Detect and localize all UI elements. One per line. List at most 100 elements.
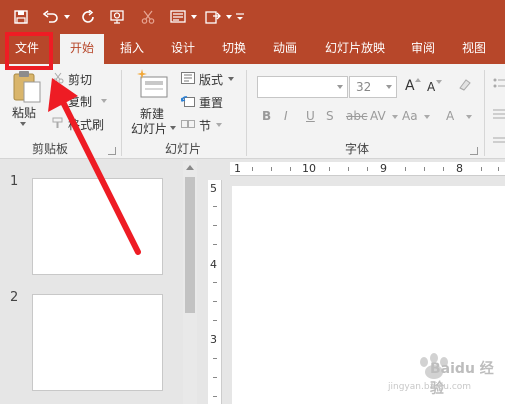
ruler-tick: [290, 167, 291, 171]
ruler-number: 8: [456, 162, 463, 175]
new-slide-label-2[interactable]: 幻灯片: [131, 120, 167, 137]
ruler-tick: [481, 167, 482, 171]
reset-button[interactable]: 重置: [199, 94, 223, 111]
paste-dropdown-icon[interactable]: [20, 122, 26, 126]
ruler-tick: [213, 301, 217, 302]
watermark-url: jingyan.baidu.com: [388, 382, 472, 392]
italic-button[interactable]: I: [284, 109, 288, 123]
copy-dropdown-icon[interactable]: [101, 99, 107, 103]
ruler-number: 3: [210, 333, 217, 346]
reset-icon: [180, 95, 195, 110]
section-dropdown-icon[interactable]: [216, 123, 222, 127]
change-case-button[interactable]: Aa: [402, 109, 418, 123]
layout-button[interactable]: 版式: [199, 71, 223, 88]
picture-dropdown-icon[interactable]: [189, 6, 199, 28]
layout-dropdown-icon[interactable]: [228, 77, 234, 81]
ruler-tick: [213, 244, 217, 245]
font-size-value: 32: [356, 80, 372, 94]
ruler-tick: [329, 167, 330, 171]
ruler-number: 9: [380, 162, 387, 175]
layout-icon: [181, 72, 195, 87]
scissors-icon: [138, 6, 158, 28]
font-size-combo[interactable]: 32: [349, 76, 397, 98]
scrollbar-thumb[interactable]: [185, 177, 195, 313]
watermark-text: Baidu 经验: [430, 361, 494, 397]
redo-icon[interactable]: [78, 6, 100, 28]
strikethrough-button[interactable]: abc: [346, 109, 368, 123]
ruler-tick: [213, 377, 217, 378]
copy-button[interactable]: 复制: [68, 93, 92, 110]
ruler-tick: [213, 225, 217, 226]
ruler-tick: [348, 167, 349, 171]
section-icon: [181, 118, 195, 133]
annotation-highlight-box: [5, 32, 53, 70]
ruler-number: 4: [210, 258, 217, 271]
chevron-down-icon[interactable]: [386, 85, 392, 89]
chevron-down-icon[interactable]: [337, 85, 343, 89]
character-spacing-button[interactable]: AV: [370, 109, 386, 123]
tab-transitions[interactable]: 切换: [214, 34, 254, 64]
format-painter-icon: [52, 117, 64, 132]
bold-button[interactable]: B: [262, 109, 271, 123]
ruler-tick: [213, 320, 217, 321]
ruler-tick: [213, 358, 217, 359]
slide-number: 1: [10, 174, 19, 189]
horizontal-ruler: 1 10 9 8: [230, 162, 505, 176]
shrink-font-icon: [436, 80, 442, 84]
slide-thumbnail[interactable]: [32, 178, 163, 275]
ruler-tick: [213, 282, 217, 283]
start-slideshow-icon[interactable]: [107, 6, 129, 28]
group-label-clipboard: 剪贴板: [32, 142, 69, 156]
paste-button[interactable]: 粘贴: [12, 104, 36, 121]
ruler-tick: [213, 396, 217, 397]
present-dropdown-icon[interactable]: [224, 6, 234, 28]
section-button[interactable]: 节: [199, 117, 211, 134]
ruler-number: 10: [302, 162, 316, 175]
slide-number: 2: [10, 290, 19, 305]
tab-slideshow[interactable]: 幻灯片放映: [318, 34, 392, 64]
tab-view[interactable]: 视图: [452, 34, 496, 64]
font-name-combo[interactable]: [257, 76, 348, 98]
group-separator: [246, 70, 247, 156]
tab-home[interactable]: 开始: [60, 34, 104, 65]
undo-icon[interactable]: [40, 6, 62, 28]
cut-button[interactable]: 剪切: [68, 71, 92, 88]
new-slide-dropdown-icon[interactable]: [170, 126, 176, 130]
slide-thumbnail[interactable]: [32, 294, 163, 391]
tab-insert[interactable]: 插入: [112, 34, 152, 64]
clear-formatting-icon[interactable]: [458, 78, 472, 95]
picture-icon[interactable]: [167, 6, 189, 28]
case-dropdown-icon[interactable]: [424, 115, 430, 119]
font-launcher-icon[interactable]: [470, 147, 478, 155]
new-slide-icon[interactable]: [135, 68, 169, 102]
group-label-slides: 幻灯片: [165, 142, 202, 156]
bullets-icon[interactable]: [493, 78, 505, 151]
ruler-tick: [252, 167, 253, 171]
ruler-tick: [213, 206, 217, 207]
ruler-tick: [367, 167, 368, 171]
clipboard-launcher-icon[interactable]: [108, 147, 116, 155]
shrink-font-button[interactable]: A: [427, 80, 435, 94]
font-color-dropdown-icon[interactable]: [466, 115, 472, 119]
font-color-button[interactable]: A: [446, 109, 454, 123]
scroll-up-icon[interactable]: [183, 161, 197, 175]
ruler-tick: [498, 167, 499, 171]
undo-dropdown-icon[interactable]: [62, 6, 72, 28]
group-separator: [121, 70, 122, 156]
tab-design[interactable]: 设计: [163, 34, 203, 64]
shadow-button[interactable]: S: [326, 109, 334, 123]
group-separator: [484, 70, 485, 156]
grow-font-button[interactable]: A: [405, 78, 415, 94]
tab-review[interactable]: 审阅: [403, 34, 443, 64]
ruler-tick: [424, 167, 425, 171]
spacing-dropdown-icon[interactable]: [392, 115, 398, 119]
grow-font-icon: [415, 78, 421, 82]
paste-icon[interactable]: [10, 70, 42, 104]
tab-animations[interactable]: 动画: [265, 34, 305, 64]
present-icon[interactable]: [202, 6, 224, 28]
ruler-number: 1: [234, 162, 241, 175]
underline-button[interactable]: U: [306, 109, 315, 123]
save-icon[interactable]: [10, 6, 32, 28]
customize-qat-icon[interactable]: [234, 6, 246, 28]
format-painter-button[interactable]: 格式刷: [68, 116, 104, 133]
